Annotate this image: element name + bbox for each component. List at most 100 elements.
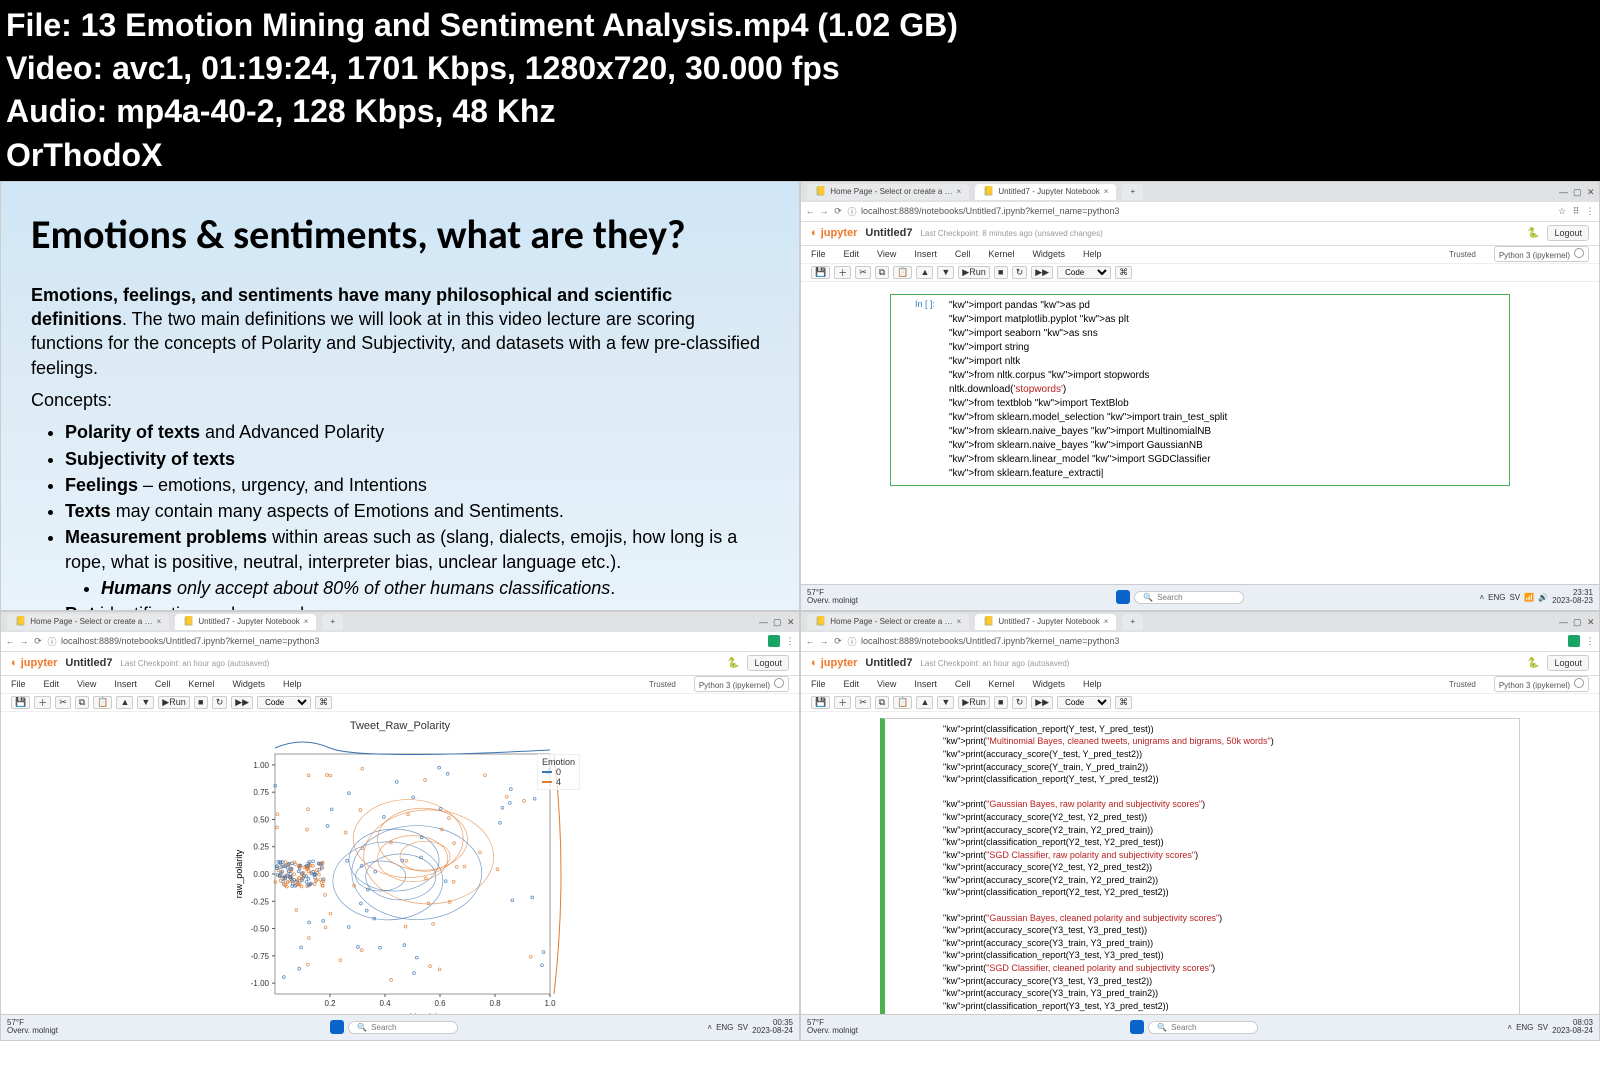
tray-kb[interactable]: SV <box>737 1023 748 1032</box>
command-palette-icon[interactable]: ⌘ <box>1115 696 1132 709</box>
weather-widget[interactable]: 57°F Overv. molnigt <box>801 1019 891 1035</box>
chevron-up-icon[interactable]: ˄ <box>707 1023 712 1032</box>
restart-icon[interactable]: ↻ <box>212 696 228 709</box>
notebook-body-d[interactable]: "kw">print(classification_report(Y_test,… <box>801 712 1599 1040</box>
move-down-icon[interactable]: ▼ <box>137 696 154 709</box>
add-cell-icon[interactable]: ＋ <box>834 266 851 279</box>
tab-home[interactable]: Home Page - Select or create a …× <box>807 614 969 630</box>
run-button[interactable]: ▶ Run <box>958 266 989 279</box>
notebook-title[interactable]: Untitled7 <box>865 657 912 669</box>
ext-badge[interactable] <box>1568 635 1580 647</box>
paste-icon[interactable]: 📋 <box>893 266 912 279</box>
close-icon[interactable]: × <box>957 187 962 196</box>
logout-button[interactable]: Logout <box>1547 655 1589 671</box>
reload-icon[interactable]: ⟳ <box>833 206 843 216</box>
celltype-select[interactable]: Code <box>1057 266 1111 279</box>
window-close-icon[interactable]: ✕ <box>1587 617 1597 627</box>
ext-badge[interactable] <box>768 635 780 647</box>
menu-file[interactable]: File <box>811 249 826 259</box>
run-button[interactable]: ▶ Run <box>958 696 989 709</box>
menu-cell[interactable]: Cell <box>155 679 171 689</box>
info-icon[interactable]: ⓘ <box>47 636 57 646</box>
tab-notebook[interactable]: Untitled7 - Jupyter Notebook× <box>175 614 316 630</box>
window-close-icon[interactable]: ✕ <box>787 617 797 627</box>
window-min-icon[interactable]: — <box>1559 617 1569 627</box>
command-palette-icon[interactable]: ⌘ <box>315 696 332 709</box>
tray-lang[interactable]: ENG <box>1516 1023 1533 1032</box>
fast-forward-icon[interactable]: ▶▶ <box>1031 266 1053 279</box>
forward-icon[interactable]: → <box>19 636 29 646</box>
menu-help[interactable]: Help <box>283 679 302 689</box>
url[interactable]: localhost:8889/notebooks/Untitled7.ipynb… <box>61 636 763 646</box>
volume-icon[interactable]: 🔊 <box>1538 593 1548 602</box>
window-close-icon[interactable]: ✕ <box>1587 187 1597 197</box>
cut-icon[interactable]: ✂ <box>855 266 871 279</box>
weather-widget[interactable]: 57°F Overv. molnigt <box>801 589 891 605</box>
menu-file[interactable]: File <box>11 679 26 689</box>
cut-icon[interactable]: ✂ <box>855 696 871 709</box>
add-cell-icon[interactable]: ＋ <box>834 696 851 709</box>
new-tab-button[interactable]: + <box>1122 614 1143 630</box>
forward-icon[interactable]: → <box>819 636 829 646</box>
start-icon[interactable] <box>330 1020 344 1034</box>
info-icon[interactable]: ⓘ <box>847 636 857 646</box>
trusted-label[interactable]: Trusted <box>1449 680 1476 689</box>
taskbar-search[interactable]: 🔍Search <box>1148 1021 1258 1034</box>
move-down-icon[interactable]: ▼ <box>937 266 954 279</box>
forward-icon[interactable]: → <box>819 206 829 216</box>
save-icon[interactable]: 💾 <box>811 696 830 709</box>
new-tab-button[interactable]: + <box>322 614 343 630</box>
cut-icon[interactable]: ✂ <box>55 696 71 709</box>
info-icon[interactable]: ⓘ <box>847 206 857 216</box>
close-icon[interactable]: × <box>1104 187 1109 196</box>
tab-home[interactable]: Home Page - Select or create a …× <box>7 614 169 630</box>
move-up-icon[interactable]: ▲ <box>916 696 933 709</box>
reload-icon[interactable]: ⟳ <box>833 636 843 646</box>
close-icon[interactable]: × <box>1104 617 1109 626</box>
close-icon[interactable]: × <box>304 617 309 626</box>
fast-forward-icon[interactable]: ▶▶ <box>231 696 253 709</box>
notebook-title[interactable]: Untitled7 <box>865 227 912 239</box>
menu-edit[interactable]: Edit <box>844 679 860 689</box>
kernel-indicator[interactable]: Python 3 (ipykernel) <box>1494 246 1589 262</box>
logout-button[interactable]: Logout <box>747 655 789 671</box>
window-min-icon[interactable]: — <box>1559 187 1569 197</box>
jupyter-logo[interactable]: ◐ jupyter <box>811 657 857 669</box>
save-icon[interactable]: 💾 <box>811 266 830 279</box>
fast-forward-icon[interactable]: ▶▶ <box>1031 696 1053 709</box>
extensions-icon[interactable]: ⠿ <box>1571 206 1581 216</box>
tray-kb[interactable]: SV <box>1509 593 1520 602</box>
menu-edit[interactable]: Edit <box>44 679 60 689</box>
tab-home[interactable]: Home Page - Select or create a …× <box>807 184 969 200</box>
command-palette-icon[interactable]: ⌘ <box>1115 266 1132 279</box>
menu-kernel[interactable]: Kernel <box>188 679 214 689</box>
code-content[interactable]: "kw">import pandas "kw">as pd "kw">impor… <box>941 295 1509 485</box>
notebook-title[interactable]: Untitled7 <box>65 657 112 669</box>
menu-view[interactable]: View <box>877 679 896 689</box>
stop-icon[interactable]: ■ <box>994 266 1008 279</box>
save-icon[interactable]: 💾 <box>11 696 30 709</box>
window-max-icon[interactable]: ▢ <box>1573 187 1583 197</box>
menu-icon[interactable]: ⋮ <box>785 636 795 646</box>
menu-widgets[interactable]: Widgets <box>232 679 265 689</box>
back-icon[interactable]: ← <box>5 636 15 646</box>
window-max-icon[interactable]: ▢ <box>773 617 783 627</box>
url[interactable]: localhost:8889/notebooks/Untitled7.ipynb… <box>861 206 1553 216</box>
menu-file[interactable]: File <box>811 679 826 689</box>
move-up-icon[interactable]: ▲ <box>116 696 133 709</box>
back-icon[interactable]: ← <box>805 636 815 646</box>
taskbar-search[interactable]: 🔍Search <box>1134 591 1244 604</box>
menu-widgets[interactable]: Widgets <box>1032 249 1065 259</box>
add-cell-icon[interactable]: ＋ <box>34 696 51 709</box>
menu-help[interactable]: Help <box>1083 249 1102 259</box>
celltype-select[interactable]: Code <box>1057 696 1111 709</box>
tray-kb[interactable]: SV <box>1537 1023 1548 1032</box>
menu-view[interactable]: View <box>877 249 896 259</box>
menu-insert[interactable]: Insert <box>114 679 137 689</box>
start-icon[interactable] <box>1116 590 1130 604</box>
restart-icon[interactable]: ↻ <box>1012 266 1028 279</box>
copy-icon[interactable]: ⧉ <box>875 696 889 709</box>
kernel-indicator[interactable]: Python 3 (ipykernel) <box>1494 676 1589 692</box>
logout-button[interactable]: Logout <box>1547 225 1589 241</box>
paste-icon[interactable]: 📋 <box>893 696 912 709</box>
